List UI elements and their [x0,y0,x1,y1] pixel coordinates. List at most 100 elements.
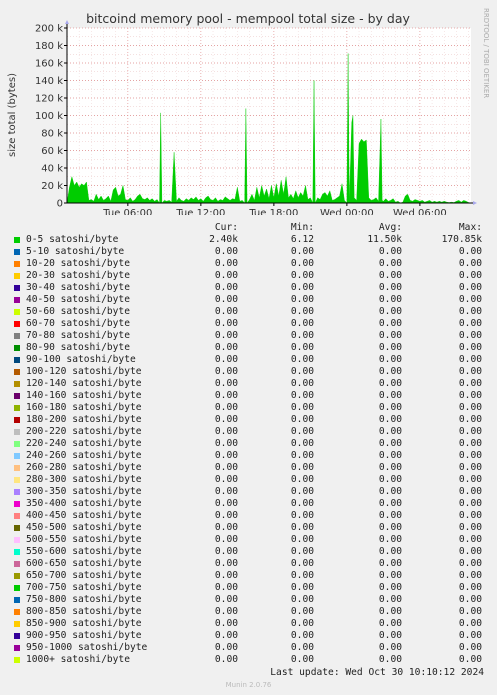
legend-cur-value: 2.40k [209,234,238,245]
legend-min-value: 0.00 [290,318,314,329]
legend-avg-value: 0.00 [378,438,402,449]
legend-max-value: 0.00 [458,414,482,425]
legend-row: 90-100 satoshi/byte 0.00 0.00 0.00 0.00 [0,354,497,366]
legend-series-name: 120-140 satoshi/byte [26,378,142,389]
legend-max-value: 0.00 [458,438,482,449]
legend-row: 550-600 satoshi/byte 0.00 0.00 0.00 0.00 [0,546,497,558]
legend-series-name: 1000+ satoshi/byte [26,654,130,665]
legend-cur-value: 0.00 [214,582,238,593]
legend-swatch [14,525,20,531]
legend-avg-value: 0.00 [378,642,402,653]
legend-row: 70-80 satoshi/byte 0.00 0.00 0.00 0.00 [0,330,497,342]
legend-min-value: 0.00 [290,462,314,473]
legend-series-name: 500-550 satoshi/byte [26,534,142,545]
legend-max-value: 0.00 [458,342,482,353]
legend-swatch [14,333,20,339]
legend-series-name: 20-30 satoshi/byte [26,270,130,281]
legend-cur-value: 0.00 [214,558,238,569]
legend-cur-value: 0.00 [214,474,238,485]
legend-row: 20-30 satoshi/byte 0.00 0.00 0.00 0.00 [0,270,497,282]
legend-min-value: 0.00 [290,414,314,425]
legend-max-value: 0.00 [458,270,482,281]
legend-max-value: 0.00 [458,402,482,413]
legend-max-value: 0.00 [458,426,482,437]
legend-min-value: 0.00 [290,366,314,377]
legend-series-name: 180-200 satoshi/byte [26,414,142,425]
legend-row: 240-260 satoshi/byte 0.00 0.00 0.00 0.00 [0,450,497,462]
legend-avg-value: 11.50k [367,234,402,245]
legend-series-name: 60-70 satoshi/byte [26,318,130,329]
legend-max-value: 0.00 [458,366,482,377]
legend-series-name: 650-700 satoshi/byte [26,570,142,581]
legend-swatch [14,345,20,351]
legend-avg-value: 0.00 [378,414,402,425]
legend-row: 180-200 satoshi/byte 0.00 0.00 0.00 0.00 [0,414,497,426]
munin-version: Munin 2.0.76 [225,681,272,689]
legend-min-value: 0.00 [290,306,314,317]
legend-swatch [14,465,20,471]
legend-header-min: Min: [290,222,314,233]
legend-series-name: 900-950 satoshi/byte [26,630,142,641]
last-update: Last update: Wed Oct 30 10:10:12 2024 [270,667,484,678]
legend-swatch [14,309,20,315]
legend-swatch [14,429,20,435]
legend-cur-value: 0.00 [214,618,238,629]
legend-avg-value: 0.00 [378,306,402,317]
legend-series-name: 280-300 satoshi/byte [26,474,142,485]
legend-series-name: 550-600 satoshi/byte [26,546,142,557]
legend-max-value: 0.00 [458,654,482,665]
legend-swatch [14,405,20,411]
legend-min-value: 0.00 [290,630,314,641]
legend-row: 0-5 satoshi/byte 2.40k 6.12 11.50k 170.85k [0,234,497,246]
legend-series-name: 0-5 satoshi/byte [26,234,119,245]
legend-swatch [14,609,20,615]
legend-cur-value: 0.00 [214,366,238,377]
legend-series-name: 950-1000 satoshi/byte [26,642,148,653]
legend-cur-value: 0.00 [214,642,238,653]
legend-cur-value: 0.00 [214,390,238,401]
legend-series-name: 200-220 satoshi/byte [26,426,142,437]
legend-max-value: 170.85k [441,234,482,245]
legend-series-name: 400-450 satoshi/byte [26,510,142,521]
legend-series-name: 700-750 satoshi/byte [26,582,142,593]
y-tick-label: 140 k [35,76,63,87]
legend-cur-value: 0.00 [214,546,238,557]
legend-avg-value: 0.00 [378,486,402,497]
legend-series-name: 300-350 satoshi/byte [26,486,142,497]
legend-row: 40-50 satoshi/byte 0.00 0.00 0.00 0.00 [0,294,497,306]
legend-row: 900-950 satoshi/byte 0.00 0.00 0.00 0.00 [0,630,497,642]
legend-row: 220-240 satoshi/byte 0.00 0.00 0.00 0.00 [0,438,497,450]
legend-min-value: 0.00 [290,426,314,437]
legend-swatch [14,441,20,447]
legend-min-value: 0.00 [290,654,314,665]
legend-cur-value: 0.00 [214,630,238,641]
legend-max-value: 0.00 [458,546,482,557]
legend-min-value: 0.00 [290,282,314,293]
legend-avg-value: 0.00 [378,246,402,257]
legend-avg-value: 0.00 [378,426,402,437]
legend-row: 450-500 satoshi/byte 0.00 0.00 0.00 0.00 [0,522,497,534]
legend-max-value: 0.00 [458,522,482,533]
legend-max-value: 0.00 [458,486,482,497]
legend-cur-value: 0.00 [214,318,238,329]
legend-swatch [14,561,20,567]
legend-cur-value: 0.00 [214,606,238,617]
legend-swatch [14,597,20,603]
legend-row: 850-900 satoshi/byte 0.00 0.00 0.00 0.00 [0,618,497,630]
legend-cur-value: 0.00 [214,450,238,461]
y-axis-label: size total (bytes) [7,73,18,157]
legend-cur-value: 0.00 [214,282,238,293]
y-tick-label: 160 k [35,59,63,70]
legend-avg-value: 0.00 [378,630,402,641]
legend-max-value: 0.00 [458,558,482,569]
legend-swatch [14,537,20,543]
legend-cur-value: 0.00 [214,246,238,257]
legend-min-value: 0.00 [290,522,314,533]
legend-series-name: 100-120 satoshi/byte [26,366,142,377]
legend-row: 260-280 satoshi/byte 0.00 0.00 0.00 0.00 [0,462,497,474]
legend-series-name: 220-240 satoshi/byte [26,438,142,449]
legend-cur-value: 0.00 [214,522,238,533]
legend-swatch [14,453,20,459]
legend-min-value: 0.00 [290,378,314,389]
legend-avg-value: 0.00 [378,606,402,617]
